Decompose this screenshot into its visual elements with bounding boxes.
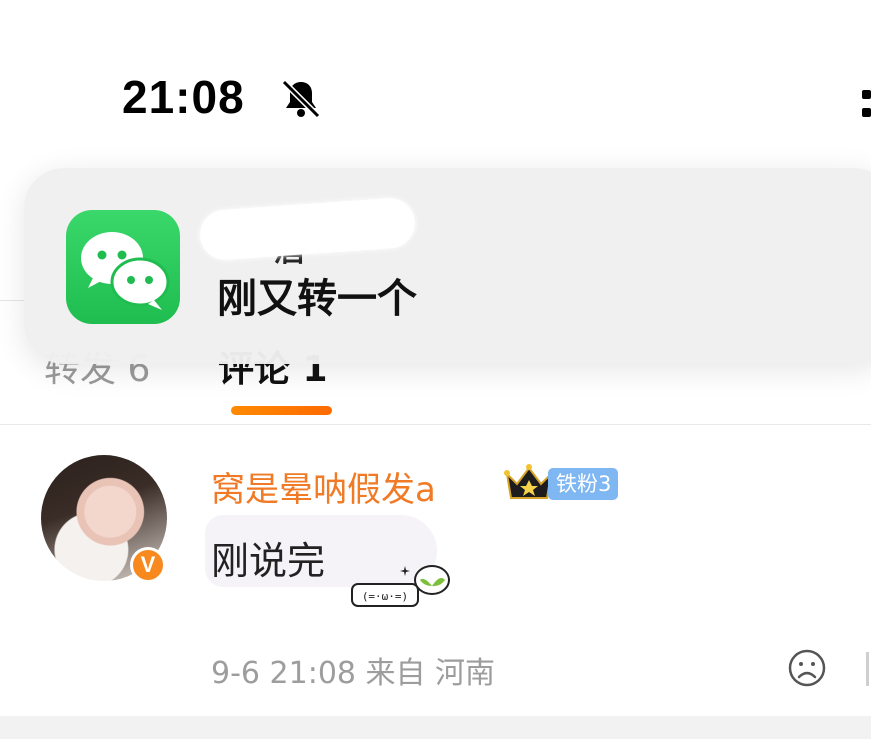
divider: [0, 424, 871, 425]
wechat-icon: [66, 210, 180, 324]
section-separator: [0, 716, 871, 739]
signal-icon: [862, 88, 871, 118]
divider: [866, 652, 869, 686]
comment-username[interactable]: 窝是晕呐假发a: [211, 462, 436, 511]
comment-text: 刚说完: [211, 539, 326, 583]
notification-banner[interactable]: 酒 刚又转一个: [24, 168, 871, 364]
verified-badge: V: [130, 547, 166, 583]
bell-muted-icon: [281, 79, 321, 119]
fan-badge: 铁粉3: [548, 468, 619, 500]
status-time: 21:08: [122, 71, 245, 123]
notification-message: 刚又转一个: [217, 276, 417, 322]
sticker-text: (=·ω·=): [362, 590, 408, 603]
comment-meta: 9-6 21:08 来自 河南: [211, 656, 496, 691]
bubble-sticker-icon: (=·ω·=): [351, 565, 450, 607]
tab-active-indicator: [231, 406, 332, 415]
dislike-face-icon[interactable]: [787, 648, 827, 688]
redacted-sender-mask: [198, 196, 417, 262]
